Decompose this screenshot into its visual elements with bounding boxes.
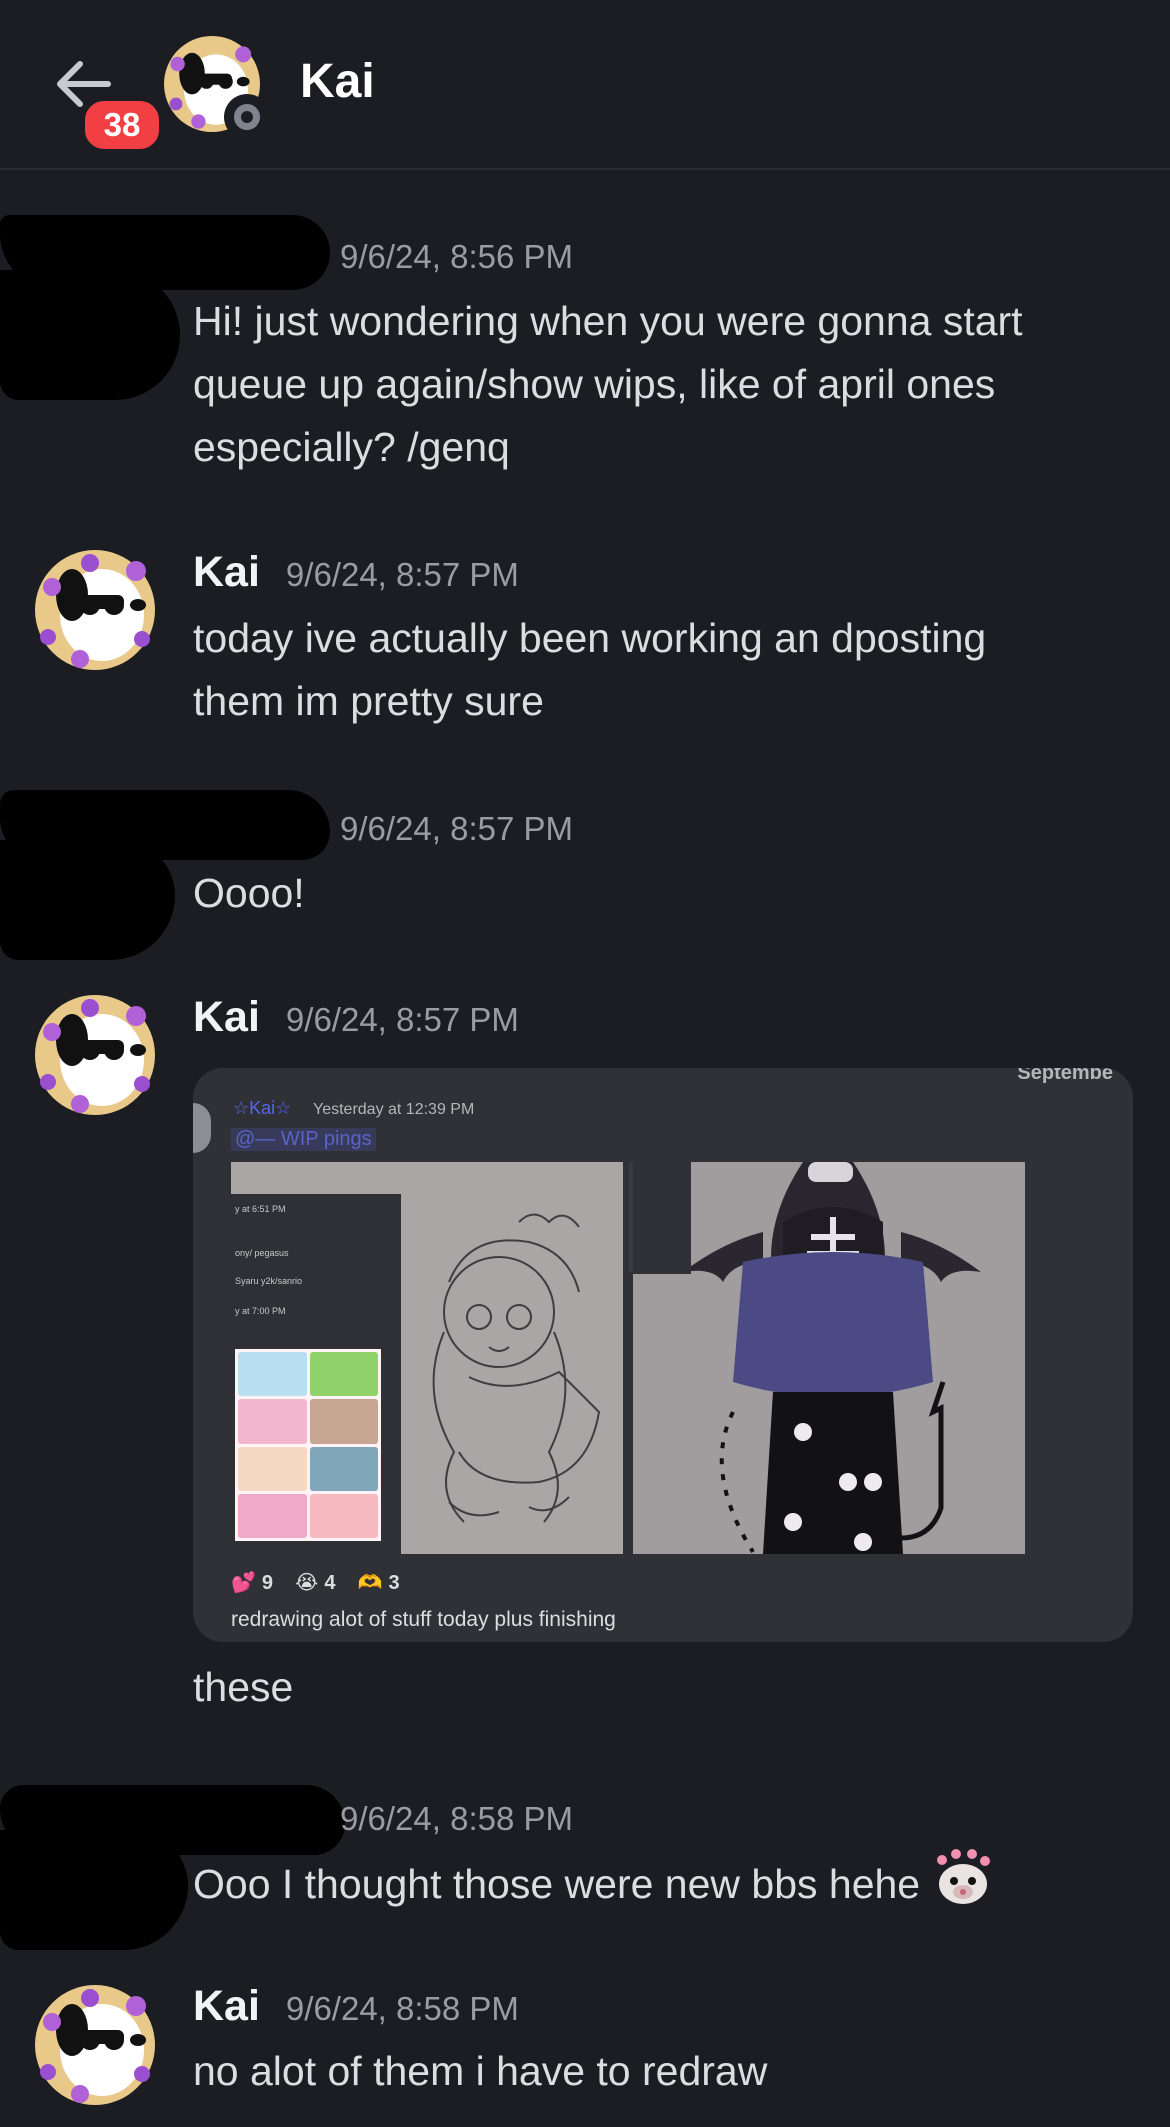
embed-timestamp: Yesterday at 12:39 PM: [313, 1101, 475, 1118]
chat-header: 38 Kai: [0, 0, 1170, 170]
unread-count-badge: 38: [80, 96, 164, 154]
avatar[interactable]: [30, 545, 160, 675]
reaction-crying[interactable]: 😭 4: [295, 1570, 336, 1595]
message-header: Kai 9/6/24, 8:57 PM: [193, 548, 519, 597]
opossum-emoji-icon: [936, 1849, 990, 1904]
embed-corner-text: Septembe: [1017, 1068, 1113, 1084]
message-timestamp: 9/6/24, 8:56 PM: [340, 238, 573, 275]
embed-author: ☆Kai☆: [233, 1098, 292, 1118]
thumbnail-grid: [235, 1349, 381, 1541]
character-drawing: [683, 1162, 981, 1554]
hearts-icon: 💕: [231, 1572, 256, 1594]
image-attachment[interactable]: Septembe ☆Kai☆ Yesterday at 12:39 PM @— …: [193, 1068, 1133, 1642]
message-author[interactable]: Kai: [193, 548, 260, 596]
avatar[interactable]: [30, 1980, 160, 2110]
reaction-heart-hands[interactable]: 🫶 3: [358, 1570, 400, 1595]
sketch-image: y at 6:51 PM ony/ pegasus Syaru y2k/sanr…: [231, 1162, 623, 1554]
message-timestamp: 9/6/24, 8:57 PM: [285, 556, 519, 593]
character-image: [633, 1162, 1025, 1554]
redacted-area: [0, 270, 180, 400]
heart-hands-icon: 🫶: [357, 1572, 383, 1594]
avatar[interactable]: [30, 990, 160, 1120]
message-timestamp: 9/6/24, 8:58 PM: [340, 1800, 573, 1837]
message-author[interactable]: Kai: [193, 993, 260, 1041]
message-header: Kai 9/6/24, 8:58 PM: [193, 1982, 519, 2031]
message-timestamp: 9/6/24, 8:58 PM: [285, 1990, 519, 2027]
redacted-area: [0, 840, 175, 960]
offline-status-icon: [224, 94, 270, 140]
message-timestamp: 9/6/24, 8:57 PM: [340, 810, 573, 847]
message-text: Oooo!: [193, 870, 305, 916]
embed-sidebar: y at 6:51 PM ony/ pegasus Syaru y2k/sanr…: [231, 1194, 401, 1554]
message-text: today ive actually been working an dpost…: [193, 615, 987, 724]
reaction-bar: 💕 9 😭 4 🫶 3: [231, 1570, 400, 1595]
embed-mention: @— WIP pings: [231, 1128, 376, 1151]
message-header: Kai 9/6/24, 8:57 PM: [193, 993, 519, 1042]
reaction-hearts[interactable]: 💕 9: [231, 1570, 273, 1595]
embed-caption: redrawing alot of stuff today plus finis…: [231, 1608, 616, 1631]
message-text: Hi! just wondering when you were gonna s…: [193, 298, 1023, 470]
crying-face-icon: 😭: [295, 1572, 319, 1594]
embed-avatar: [193, 1103, 211, 1153]
sketch-drawing: [432, 1213, 601, 1523]
message-text: Ooo I thought those were new bbs hehe: [193, 1848, 1133, 1916]
message-text: these: [193, 1664, 294, 1710]
message-text: no alot of them i have to redraw: [193, 2048, 768, 2094]
page-title[interactable]: Kai: [300, 54, 375, 109]
redacted-area: [0, 1830, 188, 1950]
message-author[interactable]: Kai: [193, 1982, 260, 2030]
message-timestamp: 9/6/24, 8:57 PM: [285, 1001, 519, 1038]
